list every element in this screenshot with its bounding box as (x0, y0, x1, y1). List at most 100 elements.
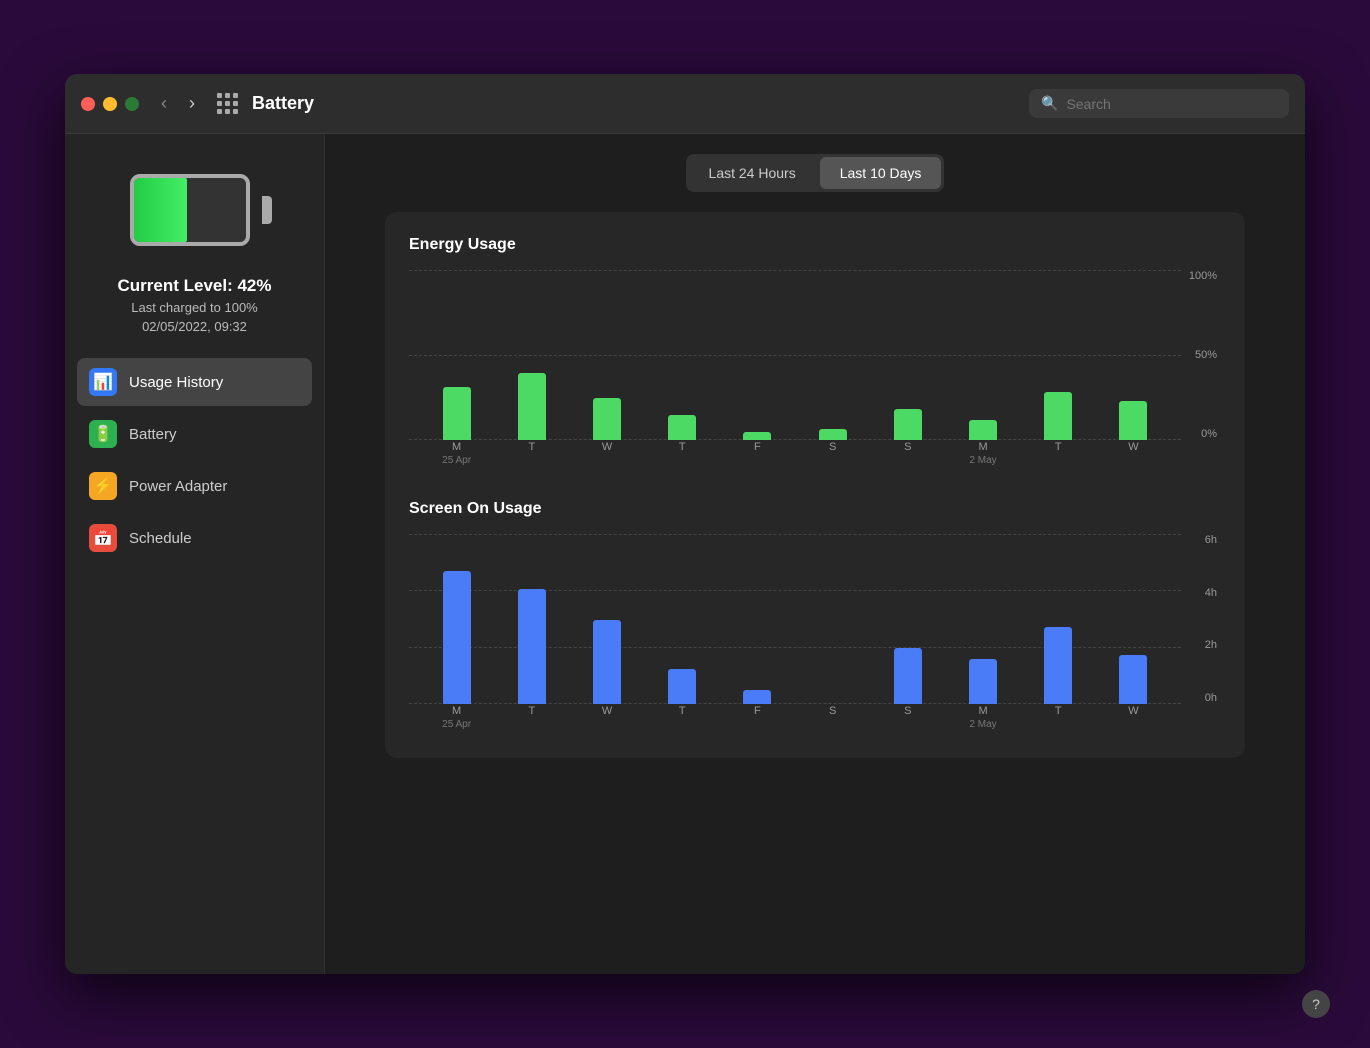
x-label-group: T (645, 440, 720, 470)
screen-chart-title: Screen On Usage (409, 500, 1221, 518)
y-label-0: 0% (1201, 428, 1217, 440)
x-day-label: T (679, 440, 686, 455)
y-label-0h: 0h (1205, 692, 1217, 704)
grid-dot (233, 93, 238, 98)
sidebar: Current Level: 42% Last charged to 100% … (65, 134, 325, 974)
usage-history-icon: 📊 (89, 368, 117, 396)
screen-chart-wrapper: 6h 4h 2h 0h M25 AprTWTFSSM2 MayTW (409, 534, 1221, 734)
x-label-group: T (494, 704, 569, 734)
energy-bar-group (720, 432, 795, 440)
screen-bar[interactable] (1044, 627, 1072, 704)
chart-container: Energy Usage 100% 50% 0% (385, 212, 1245, 758)
minimize-button[interactable] (103, 97, 117, 111)
sidebar-item-schedule[interactable]: 📅 Schedule (77, 514, 312, 562)
x-label-group: W (569, 440, 644, 470)
x-day-label: W (1128, 440, 1138, 455)
x-day-label: M (978, 440, 987, 455)
tab-bar: Last 24 Hours Last 10 Days (686, 154, 945, 192)
tab-last-24h[interactable]: Last 24 Hours (689, 157, 816, 189)
forward-button[interactable]: › (183, 91, 201, 116)
help-button[interactable]: ? (1302, 990, 1330, 1018)
screen-bar-group (645, 669, 720, 704)
energy-bar[interactable] (1044, 392, 1072, 440)
screen-bar[interactable] (894, 648, 922, 704)
x-label-group: W (1096, 440, 1171, 470)
sidebar-item-usage-history[interactable]: 📊 Usage History (77, 358, 312, 406)
x-day-label: W (602, 704, 612, 719)
back-button[interactable]: ‹ (155, 91, 173, 116)
energy-bar[interactable] (969, 420, 997, 440)
maximize-button[interactable] (125, 97, 139, 111)
titlebar: ‹ › Battery 🔍 (65, 74, 1305, 134)
x-day-label: T (1055, 440, 1062, 455)
energy-bar-group (419, 387, 494, 440)
close-button[interactable] (81, 97, 95, 111)
grid-icon[interactable] (217, 93, 238, 114)
x-day-label: T (679, 704, 686, 719)
screen-bar[interactable] (668, 669, 696, 704)
y-label-100: 100% (1189, 270, 1217, 282)
screen-bar[interactable] (443, 571, 471, 704)
battery-nav-icon: 🔋 (89, 420, 117, 448)
sidebar-item-battery[interactable]: 🔋 Battery (77, 410, 312, 458)
battery-terminal (262, 196, 272, 224)
screen-bar-group (870, 648, 945, 704)
x-label-group: M25 Apr (419, 440, 494, 470)
battery-body (130, 174, 250, 246)
screen-bar[interactable] (518, 589, 546, 704)
x-date-label: 25 Apr (442, 719, 471, 730)
grid-dot (233, 101, 238, 106)
grid-dot (217, 109, 222, 114)
sidebar-item-power-adapter[interactable]: ⚡ Power Adapter (77, 462, 312, 510)
screen-bar-group (945, 659, 1020, 704)
x-label-group: M2 May (945, 440, 1020, 470)
battery-visual (130, 174, 260, 246)
energy-bar[interactable] (593, 398, 621, 440)
search-box[interactable]: 🔍 (1029, 89, 1289, 118)
energy-bar[interactable] (894, 409, 922, 440)
x-day-label: W (602, 440, 612, 455)
battery-icon-container (130, 174, 260, 246)
main-content: Current Level: 42% Last charged to 100% … (65, 134, 1305, 974)
screen-bar[interactable] (1119, 655, 1147, 704)
sidebar-label-schedule: Schedule (129, 530, 192, 547)
sidebar-label-battery: Battery (129, 426, 177, 443)
energy-bar[interactable] (443, 387, 471, 440)
energy-bar-group (795, 429, 870, 440)
x-day-label: S (829, 704, 836, 719)
energy-bar[interactable] (1119, 401, 1147, 440)
window-title: Battery (252, 93, 314, 114)
y-label-4h: 4h (1205, 587, 1217, 599)
search-input[interactable] (1066, 96, 1277, 112)
energy-chart-wrapper: 100% 50% 0% M25 AprTWTFSSM2 MayTW (409, 270, 1221, 470)
tab-last-10d[interactable]: Last 10 Days (820, 157, 942, 189)
screen-bar[interactable] (743, 690, 771, 704)
schedule-icon: 📅 (89, 524, 117, 552)
x-label-group: W (569, 704, 644, 734)
energy-bar[interactable] (819, 429, 847, 440)
battery-info: Current Level: 42% Last charged to 100% … (118, 276, 272, 334)
x-day-label: T (1055, 704, 1062, 719)
grid-dot (217, 101, 222, 106)
nav-buttons: ‹ › (155, 91, 201, 116)
energy-bar[interactable] (518, 373, 546, 440)
screen-bar[interactable] (969, 659, 997, 704)
x-day-label: M (452, 704, 461, 719)
screen-y-axis: 6h 4h 2h 0h (1181, 534, 1221, 704)
x-label-group: F (720, 440, 795, 470)
x-date-label: 2 May (969, 719, 996, 730)
content-area: Last 24 Hours Last 10 Days Energy Usage (325, 134, 1305, 974)
x-date-label: 25 Apr (442, 455, 471, 466)
x-label-group: S (795, 704, 870, 734)
x-day-label: S (829, 440, 836, 455)
screen-bar-group (494, 589, 569, 704)
x-day-label: F (754, 704, 761, 719)
energy-bar[interactable] (668, 415, 696, 440)
energy-bar[interactable] (743, 432, 771, 440)
energy-bars-area (409, 270, 1181, 440)
x-label-group: S (795, 440, 870, 470)
grid-dot (225, 93, 230, 98)
screen-bar[interactable] (593, 620, 621, 704)
x-date-label: 2 May (969, 455, 996, 466)
x-day-label: T (528, 440, 535, 455)
